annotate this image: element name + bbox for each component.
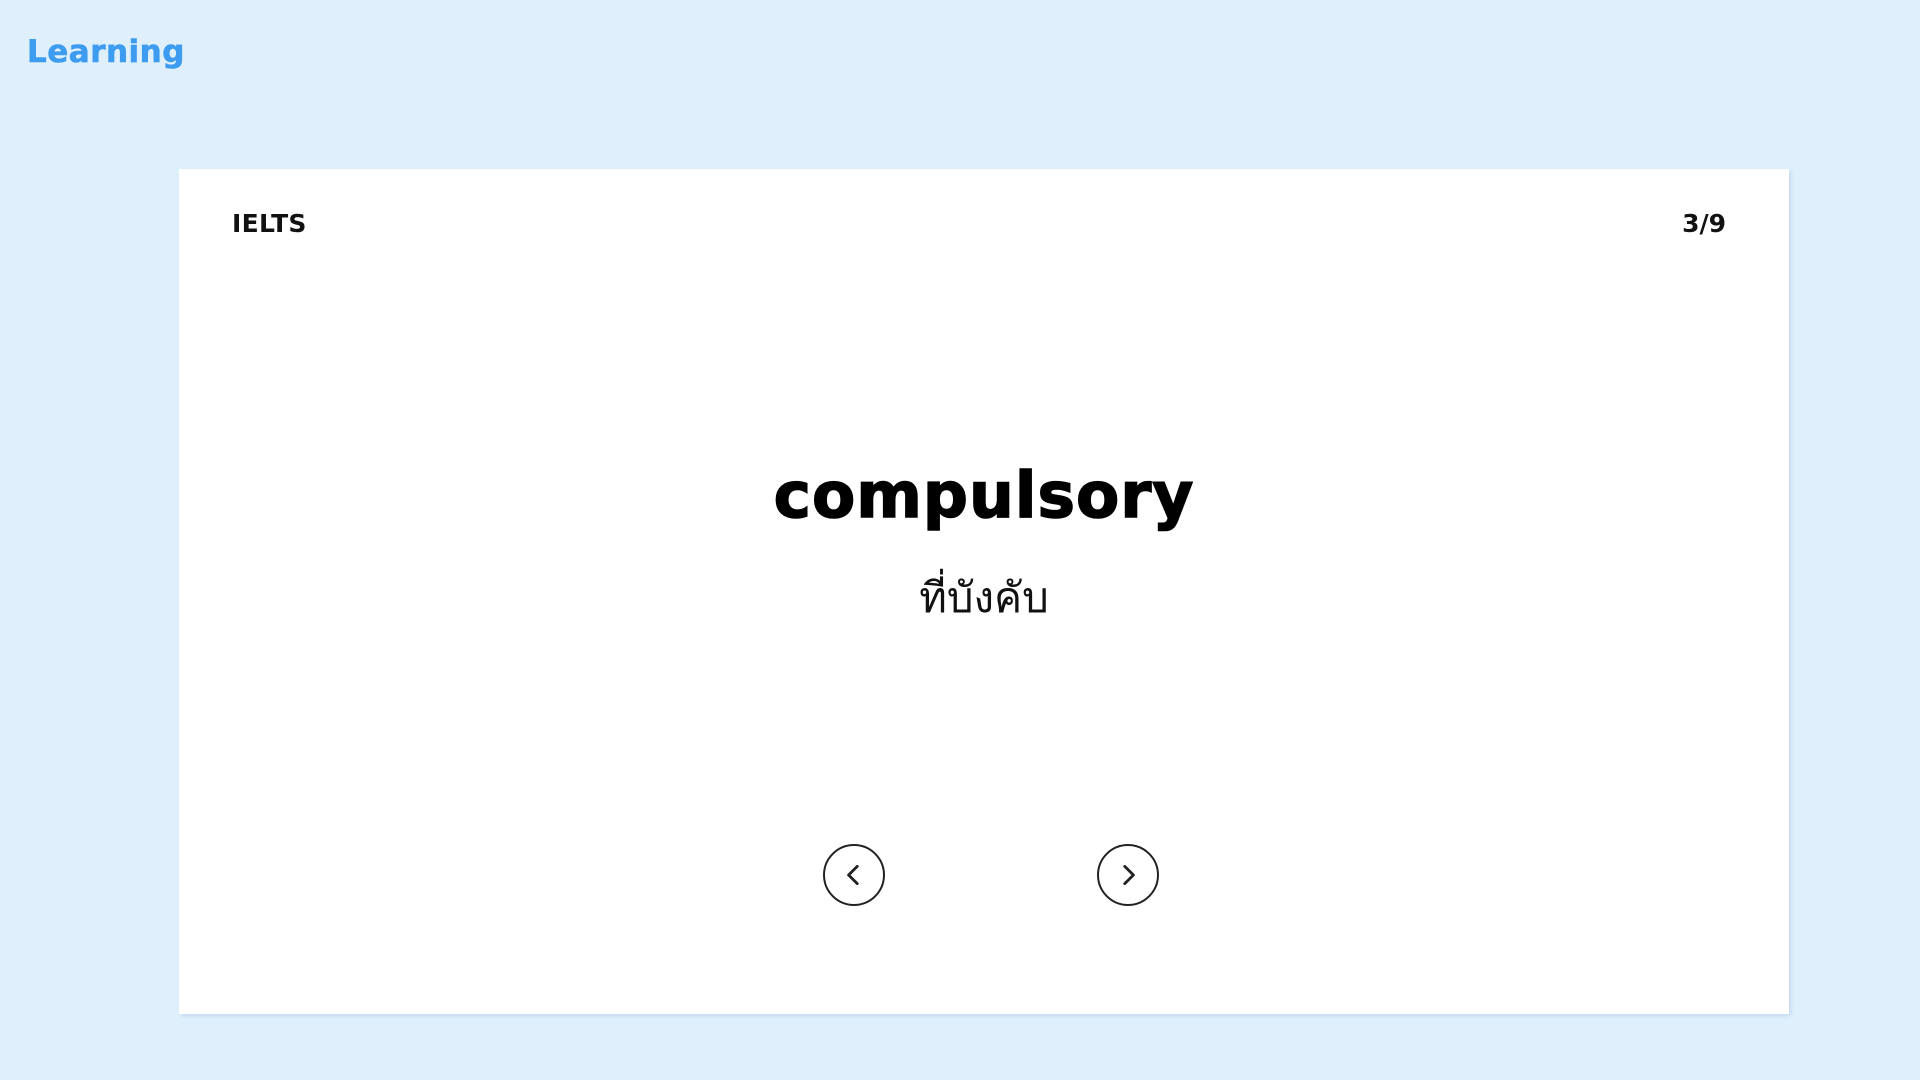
flashcard-word: compulsory (773, 458, 1195, 533)
deck-name: IELTS (232, 209, 307, 238)
chevron-left-icon (847, 864, 859, 886)
previous-card-button[interactable] (823, 844, 885, 906)
flashcard-meaning: ที่บังคับ (919, 573, 1049, 622)
next-card-button[interactable] (1097, 844, 1159, 906)
app-brand-logo[interactable]: Learning (27, 34, 185, 71)
chevron-right-icon (1123, 864, 1135, 886)
flashcard: IELTS 3/9 compulsory ที่บังคับ (179, 169, 1789, 1014)
card-progress: 3/9 (1682, 209, 1726, 238)
